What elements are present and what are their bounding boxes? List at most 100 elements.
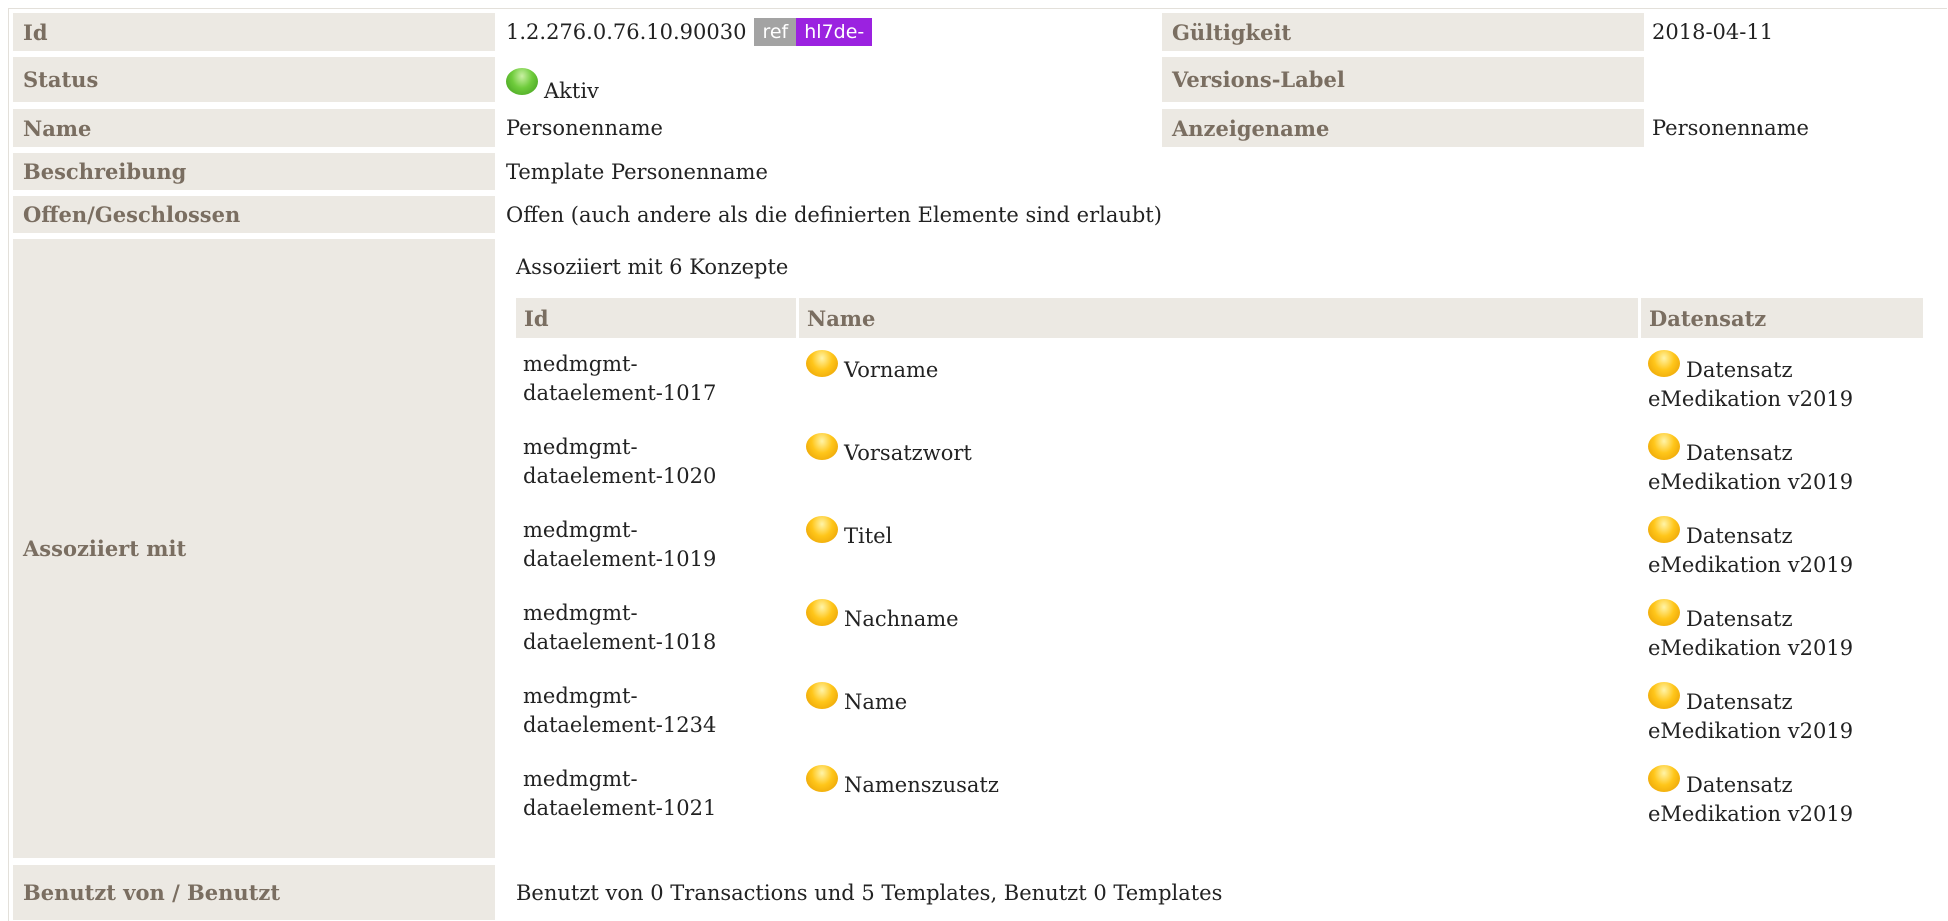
concept-id-line2: dataelement-1021: [523, 796, 717, 820]
offen-value: Offen (auch andere als die definierten E…: [506, 196, 1162, 233]
concept-datensatz[interactable]: Datensatz eMedikation v2019: [1648, 350, 1853, 414]
yellow-status-dot-icon: [806, 433, 838, 460]
yellow-status-dot-icon: [1648, 682, 1680, 709]
yellow-status-dot-icon: [806, 599, 838, 626]
concept-name[interactable]: Vorsatzwort: [806, 433, 972, 468]
concept-name[interactable]: Namenszusatz: [806, 765, 999, 800]
label-benutzt-text: Benutzt von / Benutzt: [23, 880, 281, 905]
concepts-header-datensatz-text: Datensatz: [1649, 305, 1767, 331]
template-id: 1.2.276.0.76.10.90030: [506, 20, 747, 44]
label-id: Id: [13, 13, 495, 51]
concept-id[interactable]: medmgmt-dataelement-1017: [523, 350, 716, 408]
yellow-status-dot-icon: [1648, 350, 1680, 377]
green-status-dot-icon: [506, 68, 538, 95]
concepts-caption-text: Assoziiert mit 6 Konzepte: [516, 255, 789, 279]
label-status-text: Status: [23, 67, 99, 92]
label-beschreibung: Beschreibung: [13, 153, 495, 190]
concept-id[interactable]: medmgmt-dataelement-1234: [523, 682, 716, 740]
concept-id-line1: medmgmt-: [523, 601, 638, 625]
concept-name-text: Vorsatzwort: [844, 441, 972, 465]
yellow-status-dot-icon: [1648, 599, 1680, 626]
datensatz-line2: eMedikation v2019: [1648, 802, 1854, 826]
label-name-text: Name: [23, 115, 92, 141]
label-id-text: Id: [23, 19, 48, 45]
concept-name-text: Namenszusatz: [844, 773, 999, 797]
label-versions-text: Versions-Label: [1172, 67, 1345, 92]
concept-datensatz[interactable]: Datensatz eMedikation v2019: [1648, 433, 1853, 497]
datensatz-line1: Datensatz: [1686, 358, 1793, 382]
name-value: Personenname: [506, 109, 663, 147]
concept-name-text: Titel: [844, 524, 893, 548]
concepts-header-id: Id: [516, 298, 796, 338]
label-offen-geschlossen: Offen/Geschlossen: [13, 196, 495, 233]
concept-id[interactable]: medmgmt-dataelement-1019: [523, 516, 716, 574]
yellow-status-dot-icon: [806, 516, 838, 543]
label-assoziiert-text: Assoziiert mit: [23, 536, 187, 561]
concept-id-line2: dataelement-1020: [523, 464, 717, 488]
datensatz-line1: Datensatz: [1686, 690, 1793, 714]
yellow-status-dot-icon: [806, 682, 838, 709]
concept-name-text: Vorname: [844, 358, 939, 382]
yellow-status-dot-icon: [806, 350, 838, 377]
concept-datensatz[interactable]: Datensatz eMedikation v2019: [1648, 765, 1853, 829]
concept-id-line2: dataelement-1019: [523, 547, 717, 571]
datensatz-line2: eMedikation v2019: [1648, 553, 1854, 577]
benutzt-text: Benutzt von 0 Transactions und 5 Templat…: [516, 881, 1223, 905]
label-gueltigkeit: Gültigkeit: [1162, 13, 1644, 51]
concept-datensatz[interactable]: Datensatz eMedikation v2019: [1648, 599, 1853, 663]
datensatz-line1: Datensatz: [1686, 524, 1793, 548]
concept-id-line1: medmgmt-: [523, 352, 638, 376]
anzeigename-text: Personenname: [1652, 116, 1809, 140]
concepts-caption: Assoziiert mit 6 Konzepte: [516, 252, 788, 282]
concepts-header-name: Name: [799, 298, 1638, 338]
label-anzeigename: Anzeigename: [1162, 109, 1644, 147]
status-text: Aktiv: [544, 79, 599, 103]
concept-id-line2: dataelement-1017: [523, 381, 717, 405]
label-beschreibung-text: Beschreibung: [23, 159, 187, 184]
concept-name[interactable]: Nachname: [806, 599, 959, 634]
concept-datensatz[interactable]: Datensatz eMedikation v2019: [1648, 682, 1853, 746]
concept-id-line1: medmgmt-: [523, 518, 638, 542]
status-value: Aktiv: [506, 60, 599, 105]
datensatz-line1: Datensatz: [1686, 773, 1793, 797]
concept-id-line1: medmgmt-: [523, 435, 638, 459]
datensatz-line2: eMedikation v2019: [1648, 636, 1854, 660]
datensatz-line1: Datensatz: [1686, 607, 1793, 631]
beschreibung-text: Template Personenname: [506, 159, 768, 184]
concept-name[interactable]: Vorname: [806, 350, 938, 385]
label-name: Name: [13, 109, 495, 147]
concept-id[interactable]: medmgmt-dataelement-1021: [523, 765, 716, 823]
label-assoziiert-mit: Assoziiert mit: [13, 239, 495, 858]
yellow-status-dot-icon: [806, 765, 838, 792]
concept-id[interactable]: medmgmt-dataelement-1018: [523, 599, 716, 657]
label-status: Status: [13, 57, 495, 102]
concept-id[interactable]: medmgmt-dataelement-1020: [523, 433, 716, 491]
label-anzeigename-text: Anzeigename: [1172, 115, 1330, 141]
yellow-status-dot-icon: [1648, 433, 1680, 460]
concept-name[interactable]: Titel: [806, 516, 892, 551]
concept-id-line1: medmgmt-: [523, 767, 638, 791]
gueltigkeit-text: 2018-04-11: [1652, 20, 1774, 44]
concepts-header-name-text: Name: [807, 305, 876, 331]
concept-name[interactable]: Name: [806, 682, 907, 717]
name-text: Personenname: [506, 116, 663, 140]
concept-id-line2: dataelement-1018: [523, 630, 717, 654]
ref-badge[interactable]: ref: [754, 18, 797, 46]
concepts-header-id-text: Id: [524, 305, 549, 331]
gueltigkeit-value: 2018-04-11: [1652, 13, 1773, 51]
datensatz-line2: eMedikation v2019: [1648, 387, 1854, 411]
offen-text: Offen (auch andere als die definierten E…: [506, 202, 1162, 227]
concepts-header-datensatz: Datensatz: [1641, 298, 1923, 338]
concept-name-text: Name: [844, 690, 908, 714]
label-benutzt: Benutzt von / Benutzt: [13, 865, 495, 920]
anzeigename-value: Personenname: [1652, 109, 1809, 147]
label-gueltigkeit-text: Gültigkeit: [1172, 19, 1292, 45]
datensatz-line2: eMedikation v2019: [1648, 470, 1854, 494]
hl7de-badge[interactable]: hl7de-: [796, 18, 873, 46]
datensatz-line1: Datensatz: [1686, 441, 1793, 465]
label-versions-label: Versions-Label: [1162, 57, 1644, 102]
datensatz-line2: eMedikation v2019: [1648, 719, 1854, 743]
id-value: 1.2.276.0.76.10.90030 ref hl7de-: [506, 13, 873, 51]
benutzt-value: Benutzt von 0 Transactions und 5 Templat…: [516, 875, 1222, 911]
concept-datensatz[interactable]: Datensatz eMedikation v2019: [1648, 516, 1853, 580]
